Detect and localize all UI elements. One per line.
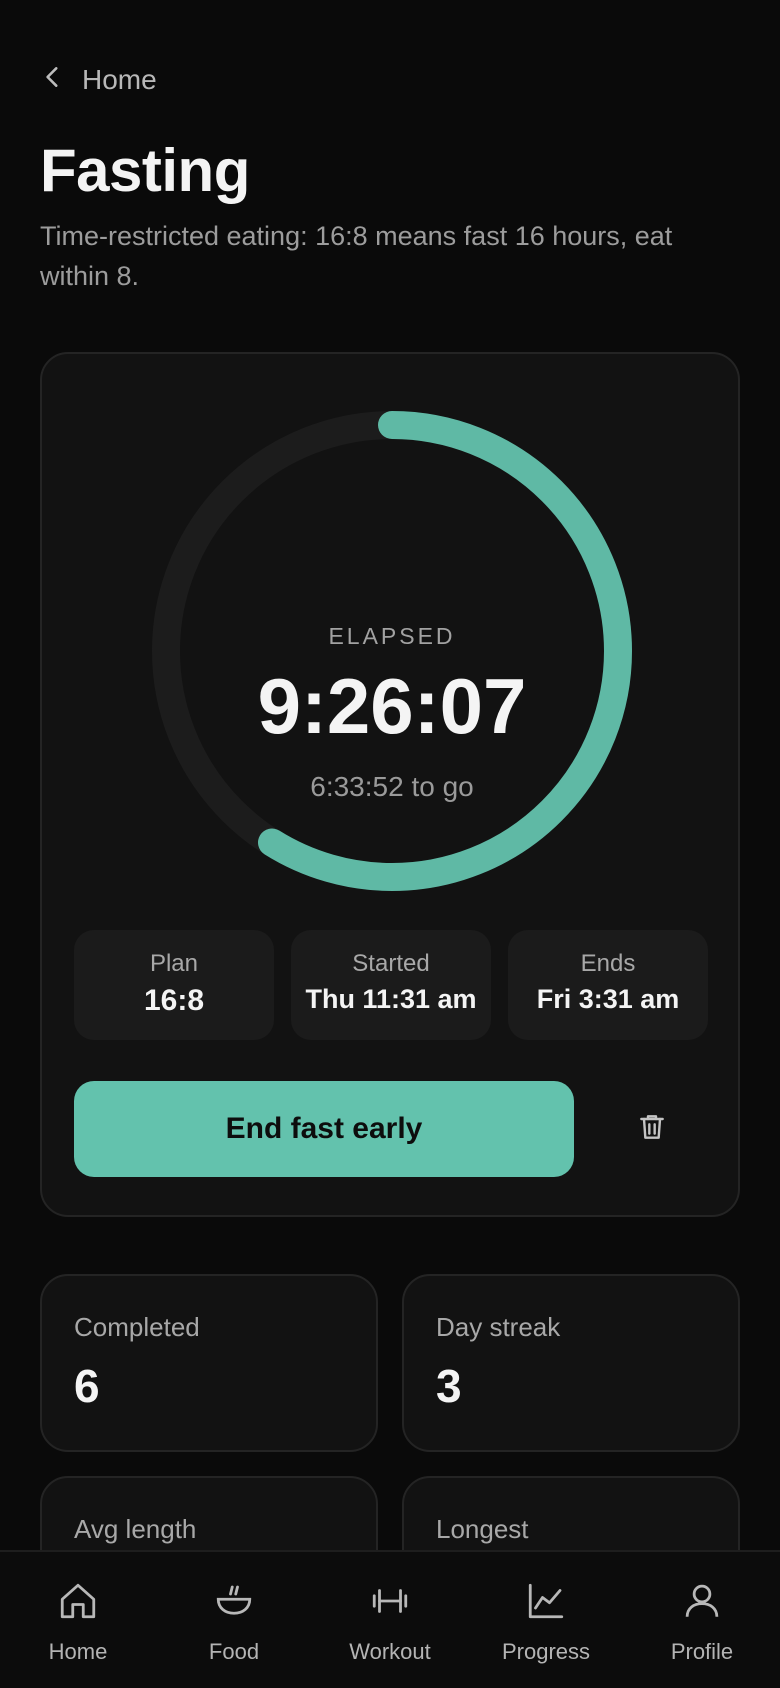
bowl-icon [213, 1580, 255, 1627]
user-icon [681, 1580, 723, 1627]
ends-value: Fri 3:31 am [536, 984, 680, 1014]
stat-completed: Completed 6 [40, 1274, 378, 1452]
end-fast-button[interactable]: End fast early [74, 1081, 574, 1177]
page-title: Fasting [40, 137, 250, 204]
nav-label: Food [208, 1639, 260, 1664]
chart-icon [525, 1580, 567, 1627]
stat-day-streak: Day streak 3 [402, 1274, 740, 1452]
nav-item-profile[interactable]: Profile [624, 1552, 780, 1688]
time-remaining: 6:33:52 to go [310, 771, 474, 802]
chevron-left-icon [40, 64, 66, 97]
fasting-timer-card: ELAPSED 9:26:07 6:33:52 to go Plan 16:8 … [40, 352, 740, 1217]
plan-label: Plan [149, 950, 199, 977]
nav-label: Home [48, 1639, 108, 1664]
dumbbell-icon [369, 1580, 411, 1627]
stat-value: 6 [74, 1360, 100, 1412]
home-icon [57, 1580, 99, 1627]
ends-tile: Ends Fri 3:31 am [508, 930, 708, 1040]
stat-label: Completed [74, 1312, 200, 1342]
stat-label: Longest [436, 1514, 529, 1544]
nav-item-food[interactable]: Food [156, 1552, 312, 1688]
page-subtitle: Time-restricted eating: 16:8 means fast … [40, 221, 673, 291]
plan-value: 16:8 [143, 984, 205, 1017]
nav-item-home[interactable]: Home [0, 1552, 156, 1688]
back-button[interactable]: Home [40, 60, 157, 100]
delete-fast-button[interactable] [632, 1109, 672, 1149]
nav-item-workout[interactable]: Workout [312, 1552, 468, 1688]
nav-item-progress[interactable]: Progress [468, 1552, 624, 1688]
timer-readout: ELAPSED 9:26:07 6:33:52 to go [152, 411, 632, 891]
started-tile: Started Thu 11:31 am [291, 930, 491, 1040]
fast-info-row: Plan 16:8 Started Thu 11:31 am Ends Fri … [74, 930, 708, 1040]
stat-value: 3 [436, 1360, 462, 1412]
nav-label: Profile [670, 1639, 734, 1664]
stat-label: Day streak [436, 1312, 561, 1342]
elapsed-time: 9:26:07 [257, 662, 527, 750]
stat-label: Avg length [74, 1514, 197, 1544]
nav-label: Workout [349, 1639, 431, 1664]
started-label: Started [352, 950, 430, 977]
nav-label: Progress [501, 1639, 591, 1664]
elapsed-label: ELAPSED [328, 623, 456, 649]
bottom-nav: Home Food Workout Progress Profile [0, 1550, 780, 1688]
ends-label: Ends [580, 950, 636, 977]
trash-icon [636, 1111, 668, 1148]
plan-tile: Plan 16:8 [74, 930, 274, 1040]
started-value: Thu 11:31 am [305, 984, 477, 1014]
back-label: Home [82, 64, 157, 95]
